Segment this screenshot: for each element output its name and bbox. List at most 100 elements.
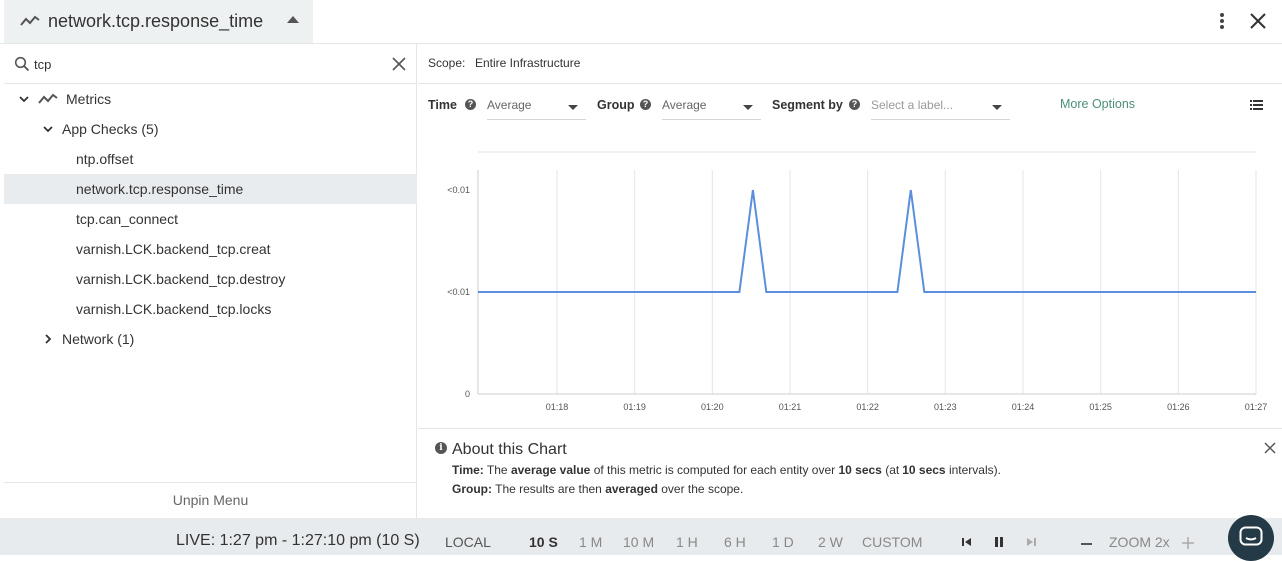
about-text: The results are then bbox=[495, 482, 602, 496]
group-aggregation-select[interactable]: Average bbox=[662, 94, 761, 120]
metrics-sidebar: Metrics App Checks (5) ntp.offset networ… bbox=[4, 44, 417, 518]
help-icon[interactable]: ? bbox=[640, 99, 651, 110]
skip-back-icon[interactable] bbox=[960, 536, 974, 548]
timezone-local-toggle[interactable]: LOCAL bbox=[445, 534, 491, 550]
y-tick-label: <0.01 bbox=[447, 185, 470, 195]
about-text: intervals). bbox=[948, 463, 1001, 477]
tree-item-label: varnish.LCK.backend_tcp.creat bbox=[76, 241, 271, 257]
tree-item-label: ntp.offset bbox=[76, 151, 134, 167]
line-chart-icon bbox=[38, 93, 58, 104]
close-icon[interactable] bbox=[1248, 11, 1268, 31]
line-chart-icon bbox=[20, 15, 40, 26]
x-tick-label: 01:22 bbox=[856, 402, 879, 412]
clear-search-icon[interactable] bbox=[392, 57, 406, 71]
range-1h[interactable]: 1 H bbox=[676, 534, 698, 550]
range-1m[interactable]: 1 M bbox=[579, 534, 602, 550]
range-6h[interactable]: 6 H bbox=[724, 534, 746, 550]
tree-item-label: network.tcp.response_time bbox=[76, 181, 244, 197]
series-line bbox=[478, 189, 1256, 293]
range-2w[interactable]: 2 W bbox=[818, 534, 843, 550]
about-group-line: Group: The results are then averaged ove… bbox=[452, 482, 743, 496]
about-bold: average value bbox=[510, 463, 591, 477]
scope-bar[interactable]: Scope: Entire Infrastructure bbox=[418, 44, 1282, 84]
search-icon bbox=[14, 56, 30, 72]
help-icon[interactable]: ? bbox=[465, 99, 476, 110]
time-aggregation-select[interactable]: Average bbox=[487, 94, 586, 120]
collapse-caret-icon[interactable] bbox=[287, 16, 299, 23]
scope-label: Scope: bbox=[428, 56, 466, 70]
pause-icon[interactable] bbox=[992, 536, 1006, 548]
about-time-label: Time: bbox=[452, 463, 484, 477]
more-menu-icon[interactable] bbox=[1213, 12, 1231, 32]
range-custom[interactable]: CUSTOM bbox=[862, 534, 922, 550]
tree-item-label: varnish.LCK.backend_tcp.destroy bbox=[76, 271, 286, 287]
list-view-icon[interactable] bbox=[1250, 100, 1263, 110]
about-text: (at bbox=[885, 463, 900, 477]
time-label: Time bbox=[428, 98, 457, 112]
tree-item-metric[interactable]: varnish.LCK.backend_tcp.creat bbox=[4, 234, 417, 264]
y-tick-label: <0.01 bbox=[447, 287, 470, 297]
range-10m[interactable]: 10 M bbox=[623, 534, 654, 550]
chart-area[interactable]: 01:18 01:19 01:20 01:21 01:22 01:23 01:24 01:25… bbox=[418, 128, 1282, 428]
x-tick-label: 01:26 bbox=[1167, 402, 1190, 412]
about-text: over the scope. bbox=[661, 482, 744, 496]
help-icon[interactable]: ? bbox=[849, 99, 860, 110]
chevron-down-icon bbox=[43, 126, 53, 133]
x-tick-label: 01:19 bbox=[623, 402, 646, 412]
tree-item-metric[interactable]: varnish.LCK.backend_tcp.destroy bbox=[4, 264, 417, 294]
about-bold: 10 secs bbox=[838, 463, 882, 477]
x-tick-label: 01:20 bbox=[701, 402, 724, 412]
tree-item-label: varnish.LCK.backend_tcp.locks bbox=[76, 301, 272, 317]
search-input[interactable] bbox=[34, 54, 374, 74]
more-options-link[interactable]: More Options bbox=[1060, 97, 1135, 111]
about-bold: averaged bbox=[605, 482, 658, 496]
segment-by-select[interactable]: Select a label... bbox=[871, 94, 1010, 120]
x-tick-label: 01:23 bbox=[934, 402, 957, 412]
tree-label-metrics: Metrics bbox=[66, 91, 112, 107]
group-label: Group bbox=[597, 98, 635, 112]
metric-title-tab[interactable]: network.tcp.response_time bbox=[4, 0, 313, 43]
zoom-out-icon[interactable] bbox=[1081, 543, 1092, 545]
line-chart[interactable]: 01:18 01:19 01:20 01:21 01:22 01:23 01:24 01:25… bbox=[418, 128, 1282, 428]
tree-node-network[interactable]: Network (1) bbox=[4, 324, 417, 354]
tree-item-metric[interactable]: varnish.LCK.backend_tcp.locks bbox=[4, 294, 417, 324]
dropdown-arrow-icon bbox=[743, 105, 753, 110]
range-10s[interactable]: 10 S bbox=[529, 534, 558, 550]
about-text: The bbox=[486, 463, 508, 477]
x-tick-label: 01:27 bbox=[1245, 402, 1268, 412]
segment-label: Segment by bbox=[772, 98, 843, 112]
close-about-icon[interactable] bbox=[1264, 442, 1276, 454]
tree-node-app-checks[interactable]: App Checks (5) bbox=[4, 114, 417, 144]
about-text: of this metric is computed for each enti… bbox=[593, 463, 836, 477]
x-tick-label: 01:25 bbox=[1089, 402, 1112, 412]
chart-controls: Time ? Average Group ? Average Segment b… bbox=[418, 84, 1282, 128]
tree-item-metric[interactable]: tcp.can_connect bbox=[4, 204, 417, 234]
x-tick-label: 01:24 bbox=[1012, 402, 1035, 412]
x-tick-label: 01:21 bbox=[779, 402, 802, 412]
range-1d[interactable]: 1 D bbox=[772, 534, 794, 550]
zoom-level: ZOOM 2x bbox=[1109, 534, 1170, 550]
time-navigation-bar: LIVE: 1:27 pm - 1:27:10 pm (10 S) LOCAL … bbox=[0, 518, 1282, 555]
tree-item-metric[interactable]: ntp.offset bbox=[4, 144, 417, 174]
chat-support-button[interactable] bbox=[1228, 515, 1274, 561]
zoom-in-icon[interactable] bbox=[1182, 537, 1194, 549]
about-bold: 10 secs bbox=[902, 463, 946, 477]
header: network.tcp.response_time bbox=[0, 0, 1282, 44]
tree-node-metrics[interactable]: Metrics bbox=[4, 84, 417, 114]
chevron-right-icon bbox=[45, 334, 52, 344]
about-chart-panel: i About this Chart Time: The average val… bbox=[418, 428, 1282, 518]
segment-by-placeholder: Select a label... bbox=[871, 98, 954, 112]
group-aggregation-value: Average bbox=[662, 98, 707, 112]
tree-item-label: tcp.can_connect bbox=[76, 211, 178, 227]
dropdown-arrow-icon bbox=[568, 105, 578, 110]
live-time-range: LIVE: 1:27 pm - 1:27:10 pm (10 S) bbox=[176, 532, 420, 549]
y-tick-label: 0 bbox=[465, 389, 470, 399]
x-tick-label: 01:18 bbox=[546, 402, 569, 412]
chat-icon bbox=[1239, 526, 1263, 546]
scope-value: Entire Infrastructure bbox=[475, 56, 581, 70]
about-group-label: Group: bbox=[452, 482, 492, 496]
skip-forward-icon[interactable] bbox=[1024, 536, 1038, 548]
unpin-menu-button[interactable]: Unpin Menu bbox=[4, 482, 417, 518]
tree-item-metric-selected[interactable]: network.tcp.response_time bbox=[4, 174, 417, 204]
time-aggregation-value: Average bbox=[487, 98, 532, 112]
